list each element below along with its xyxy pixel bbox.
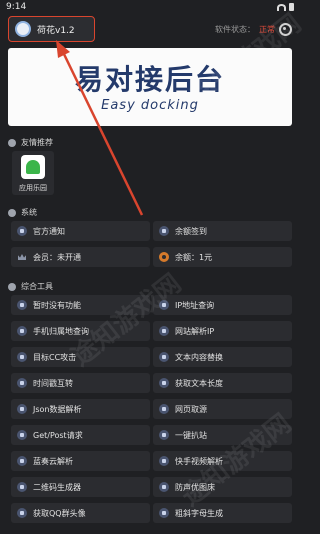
tool-button[interactable]: Json数据解析 bbox=[11, 399, 150, 419]
banner[interactable]: 易对接后台 Easy docking bbox=[8, 48, 292, 126]
app-logo-icon bbox=[21, 155, 45, 179]
tool-button[interactable]: 快手视频解析 bbox=[153, 451, 292, 471]
tool-icon bbox=[17, 508, 27, 518]
section-title: 友情推荐 bbox=[21, 138, 53, 147]
button-label: Json数据解析 bbox=[33, 404, 82, 414]
tool-icon bbox=[159, 326, 169, 336]
tool-button[interactable]: 网页取源 bbox=[153, 399, 292, 419]
button-label: 网站解析IP bbox=[175, 326, 215, 336]
button-label: 目标CC攻击 bbox=[33, 352, 77, 362]
user-name: 荷花v1.2 bbox=[37, 25, 75, 36]
button-label: 防声优图床 bbox=[175, 482, 215, 492]
banner-subtitle: Easy docking bbox=[101, 98, 199, 113]
top-bar: 荷花v1.2 软件状态： 正常 bbox=[0, 14, 300, 44]
button-label: 官方通知 bbox=[33, 226, 65, 236]
status-label: 软件状态： bbox=[215, 24, 255, 34]
tool-icon bbox=[17, 326, 27, 336]
button-label: 获取文本长度 bbox=[175, 378, 223, 388]
button-label: 粗斜字母生成 bbox=[175, 508, 223, 518]
button-label: 余额：1元 bbox=[175, 252, 213, 262]
android-icon bbox=[26, 160, 40, 174]
tool-button[interactable]: 蓝奏云解析 bbox=[11, 451, 150, 471]
button-label: 二维码生成器 bbox=[33, 482, 81, 492]
status-value: 正常 bbox=[259, 24, 275, 34]
coin-icon bbox=[159, 252, 169, 262]
tool-icon bbox=[159, 352, 169, 362]
balance-signin-button[interactable]: 余额签到 bbox=[153, 221, 292, 241]
tool-icon bbox=[17, 430, 27, 440]
tool-button[interactable]: 获取文本长度 bbox=[153, 373, 292, 393]
section-icon bbox=[8, 138, 16, 147]
status-icons bbox=[277, 3, 294, 11]
section-title: 系统 bbox=[21, 208, 37, 217]
tool-icon bbox=[159, 404, 169, 414]
tool-icon bbox=[17, 378, 27, 388]
section-title: 综合工具 bbox=[21, 282, 53, 291]
battery-icon bbox=[289, 3, 294, 11]
app-label: 应用乐园 bbox=[19, 184, 47, 192]
tool-icon bbox=[17, 300, 27, 310]
button-label: 手机归属地查询 bbox=[33, 326, 89, 336]
clock: 9:14 bbox=[6, 2, 27, 12]
button-label: IP地址查询 bbox=[175, 300, 215, 310]
tool-button[interactable]: 手机归属地查询 bbox=[11, 321, 150, 341]
button-label: 网页取源 bbox=[175, 404, 207, 414]
tool-button[interactable]: 网站解析IP bbox=[153, 321, 292, 341]
balance-button[interactable]: 余额：1元 bbox=[153, 247, 292, 267]
avatar bbox=[15, 21, 31, 37]
button-label: 暂时没有功能 bbox=[33, 300, 81, 310]
tool-icon bbox=[159, 378, 169, 388]
button-label: 一键扒站 bbox=[175, 430, 207, 440]
tool-button[interactable]: IP地址查询 bbox=[153, 295, 292, 315]
button-label: 获取QQ群头像 bbox=[33, 508, 86, 518]
status-bar: 9:14 bbox=[0, 0, 300, 14]
button-label: 文本内容替换 bbox=[175, 352, 223, 362]
section-tools: 综合工具 bbox=[8, 281, 53, 292]
tool-button[interactable]: 时间戳互转 bbox=[11, 373, 150, 393]
tool-icon bbox=[159, 508, 169, 518]
button-label: 快手视频解析 bbox=[175, 456, 223, 466]
tool-icon bbox=[17, 456, 27, 466]
app-tile-yingyongleyuan[interactable]: 应用乐园 bbox=[12, 151, 54, 195]
tool-button[interactable]: 目标CC攻击 bbox=[11, 347, 150, 367]
gear-icon[interactable] bbox=[279, 22, 292, 36]
button-label: 蓝奏云解析 bbox=[33, 456, 73, 466]
button-label: 余额签到 bbox=[175, 226, 207, 236]
tool-icon bbox=[159, 456, 169, 466]
tool-button[interactable]: Get/Post请求 bbox=[11, 425, 150, 445]
section-icon bbox=[8, 208, 16, 217]
software-status: 软件状态： 正常 bbox=[215, 22, 292, 36]
membership-button[interactable]: 会员：未开通 bbox=[11, 247, 150, 267]
tool-icon bbox=[159, 482, 169, 492]
button-label: 时间戳互转 bbox=[33, 378, 73, 388]
tool-button[interactable]: 二维码生成器 bbox=[11, 477, 150, 497]
tool-button[interactable]: 粗斜字母生成 bbox=[153, 503, 292, 523]
wifi-icon bbox=[277, 3, 286, 11]
tool-button[interactable]: 一键扒站 bbox=[153, 425, 292, 445]
tool-button[interactable]: 防声优图床 bbox=[153, 477, 292, 497]
tool-icon bbox=[17, 404, 27, 414]
button-label: Get/Post请求 bbox=[33, 430, 83, 440]
tool-button[interactable]: 暂时没有功能 bbox=[11, 295, 150, 315]
tool-icon bbox=[159, 430, 169, 440]
tool-button[interactable]: 获取QQ群头像 bbox=[11, 503, 150, 523]
user-profile-button[interactable]: 荷花v1.2 bbox=[8, 16, 95, 42]
section-icon bbox=[8, 282, 16, 291]
crown-icon bbox=[17, 252, 27, 262]
button-label: 会员：未开通 bbox=[33, 252, 81, 262]
tool-icon bbox=[17, 482, 27, 492]
section-friends: 友情推荐 bbox=[8, 137, 53, 148]
banner-title: 易对接后台 bbox=[74, 63, 225, 96]
tool-icon bbox=[159, 300, 169, 310]
bell-icon bbox=[17, 226, 27, 236]
official-notice-button[interactable]: 官方通知 bbox=[11, 221, 150, 241]
tool-icon bbox=[17, 352, 27, 362]
check-icon bbox=[159, 226, 169, 236]
tool-button[interactable]: 文本内容替换 bbox=[153, 347, 292, 367]
section-system: 系统 bbox=[8, 207, 37, 218]
